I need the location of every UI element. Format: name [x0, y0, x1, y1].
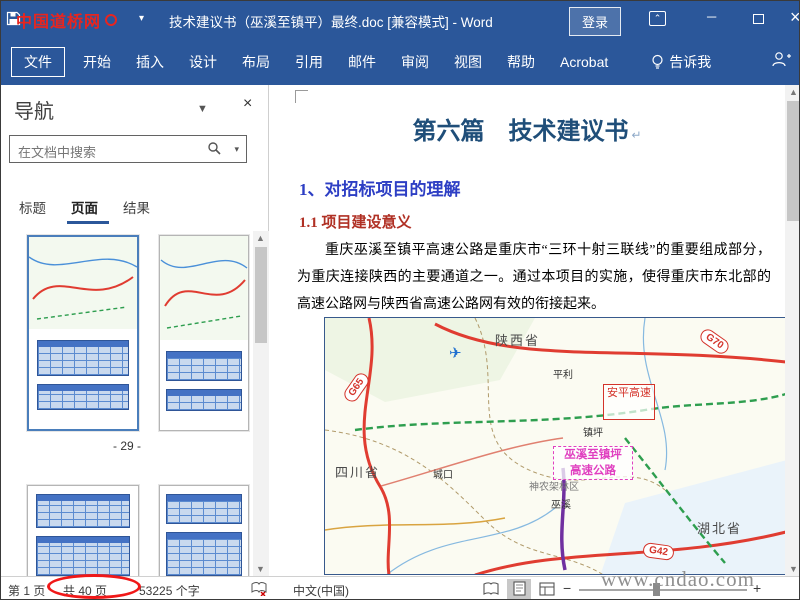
maximize-button[interactable] [753, 14, 764, 24]
lightbulb-icon [652, 54, 663, 69]
active-tab-underline [67, 221, 109, 224]
tell-me-box[interactable]: 告诉我 [651, 52, 711, 72]
thumbnail-table [36, 536, 130, 576]
navigation-pane-title: 导航 [14, 101, 54, 123]
site-watermark-text: 中国道桥网 [16, 14, 102, 31]
tab-view[interactable]: 视图 [444, 47, 492, 77]
heading-1-1: 1.1 项目建设意义 [299, 215, 412, 231]
scrollbar-thumb[interactable] [787, 101, 799, 221]
ribbon-display-options-icon[interactable]: ⌃ [649, 11, 666, 26]
scrollbar-thumb[interactable] [255, 247, 267, 343]
page-indicator[interactable]: 第 1 页 [8, 582, 45, 599]
page-thumbnail-next[interactable] [159, 235, 249, 431]
tab-insert[interactable]: 插入 [126, 47, 174, 77]
navigation-options-icon[interactable]: ▼ [197, 103, 208, 115]
account-icon[interactable] [771, 51, 791, 73]
scroll-up-icon[interactable]: ▲ [256, 233, 265, 243]
site-watermark: 中国道桥网 [16, 8, 118, 32]
scroll-down-icon[interactable]: ▼ [789, 564, 798, 574]
tab-review[interactable]: 审阅 [391, 47, 439, 77]
scroll-up-icon[interactable]: ▲ [789, 87, 798, 97]
page-thumbnail-29[interactable] [27, 235, 139, 431]
navigation-scrollbar[interactable]: ▲ ▼ [253, 231, 269, 576]
site-watermark-logo-icon [105, 14, 118, 26]
sign-in-button[interactable]: 登录 [569, 7, 622, 36]
nav-tab-pages[interactable]: 页面 [71, 197, 98, 217]
minimize-button[interactable]: ─ [707, 9, 716, 24]
tell-me-label: 告诉我 [669, 54, 712, 70]
navigation-tabs: 标题 页面 结果 [1, 189, 268, 225]
map-label-hubei: 湖北省 [697, 521, 743, 536]
print-layout-icon[interactable] [507, 579, 531, 599]
map-label-shaanxi: 陕西省 [495, 333, 541, 348]
document-canvas[interactable]: 第六篇 技术建议书 ↵ 1、对招标项目的理解 1.1 项目建设意义 重庆巫溪至镇平… [269, 85, 799, 576]
section-title: 第六篇 技术建议书 ↵ [269, 111, 785, 146]
text-boundary-corner-mark [295, 90, 308, 103]
page-thumbnail-31[interactable] [159, 485, 249, 576]
quick-access-dropdown-icon[interactable]: ▾ [139, 13, 144, 24]
navigation-pane: 导航 ▼ × 在文档中搜索 ▾ 标题 页面 结果 - 29 - ▲ ▼ [1, 85, 269, 576]
tab-acrobat[interactable]: Acrobat [550, 49, 618, 75]
tab-help[interactable]: 帮助 [497, 47, 545, 77]
tab-references[interactable]: 引用 [285, 47, 333, 77]
search-dropdown-icon[interactable]: ▾ [234, 144, 239, 155]
section-title-text: 第六篇 技术建议书 [412, 119, 629, 145]
scroll-down-icon[interactable]: ▼ [256, 564, 265, 574]
search-placeholder: 在文档中搜索 [18, 145, 97, 160]
paragraph-mark: ↵ [631, 128, 642, 142]
thumbnail-table [37, 340, 129, 376]
thumbnail-page-number: - 29 - [112, 439, 141, 453]
search-input[interactable]: 在文档中搜索 ▾ [9, 135, 247, 163]
thumbnail-table [166, 389, 242, 411]
thumbnail-map-graphic [29, 237, 137, 329]
nav-tab-results[interactable]: 结果 [123, 197, 150, 217]
url-watermark: www.cndao.com [601, 567, 755, 591]
route-callout-line2: 高速公路 [570, 465, 616, 477]
zoom-out-icon[interactable]: − [563, 580, 571, 596]
ribbon-tab-strip: 文件 开始 插入 设计 布局 引用 邮件 审阅 视图 帮助 Acrobat 告诉… [1, 39, 799, 85]
map-label-wuxi: 巫溪 [551, 500, 571, 511]
tab-design[interactable]: 设计 [179, 47, 227, 77]
airport-icon: ✈ [449, 345, 462, 362]
thumbnail-table [166, 494, 242, 524]
thumbnail-table [166, 532, 242, 576]
map-label-zhenping: 镇坪 [583, 428, 603, 439]
map-label-pingli: 平利 [553, 370, 573, 381]
search-icon[interactable] [207, 141, 222, 161]
thumbnail-table [36, 494, 130, 528]
word-window: ▾ 技术建议书（巫溪至镇平）最终.doc [兼容模式] - Word 登录 ⌃ … [0, 0, 800, 600]
thumbnail-table [166, 351, 242, 381]
title-bar: ▾ 技术建议书（巫溪至镇平）最终.doc [兼容模式] - Word 登录 ⌃ … [1, 1, 799, 39]
thumbnail-map-graphic [160, 236, 248, 340]
map-red-callout: 安平高速 [603, 384, 655, 420]
web-layout-icon[interactable] [535, 579, 559, 599]
word-count[interactable]: 53225 个字 [139, 582, 200, 599]
page-thumbnail-30[interactable] [27, 485, 139, 576]
page-thumbnails: - 29 - [1, 231, 253, 576]
map-label-chengkou: 城口 [433, 470, 453, 481]
page-total[interactable]: 共 40 页 [63, 582, 107, 599]
tab-home[interactable]: 开始 [73, 47, 121, 77]
route-callout-line1: 巫溪至镇坪 [564, 449, 622, 461]
map-route-callout: 巫溪至镇坪 高速公路 [553, 446, 633, 480]
map-label-shennongjia: 神农架林区 [529, 482, 579, 493]
heading-1: 1、对招标项目的理解 [299, 180, 461, 199]
navigation-close-icon[interactable]: × [243, 95, 252, 113]
read-mode-icon[interactable] [479, 579, 503, 599]
tab-layout[interactable]: 布局 [232, 47, 280, 77]
body-paragraph: 重庆巫溪至镇平高速公路是重庆市“三环十射三联线”的重要组成部分，为重庆连接陕西的… [297, 243, 771, 312]
document-scrollbar[interactable]: ▲ ▼ [785, 85, 799, 576]
nav-tab-headings[interactable]: 标题 [19, 197, 46, 217]
tab-file[interactable]: 文件 [11, 47, 65, 77]
tab-mailings[interactable]: 邮件 [338, 47, 386, 77]
window-title: 技术建议书（巫溪至镇平）最终.doc [兼容模式] - Word [169, 15, 493, 30]
proofing-icon[interactable] [251, 581, 267, 599]
thumbnail-table [37, 384, 129, 410]
map-label-sichuan: 四川省 [335, 465, 381, 480]
route-map-image[interactable]: ✈ 陕西省 四川省 湖北省 神农架林区 平利 镇坪 巫溪 城口 G70 G65 … [324, 317, 788, 575]
language-indicator[interactable]: 中文(中国) [293, 582, 349, 599]
close-button[interactable]: × [790, 7, 799, 28]
